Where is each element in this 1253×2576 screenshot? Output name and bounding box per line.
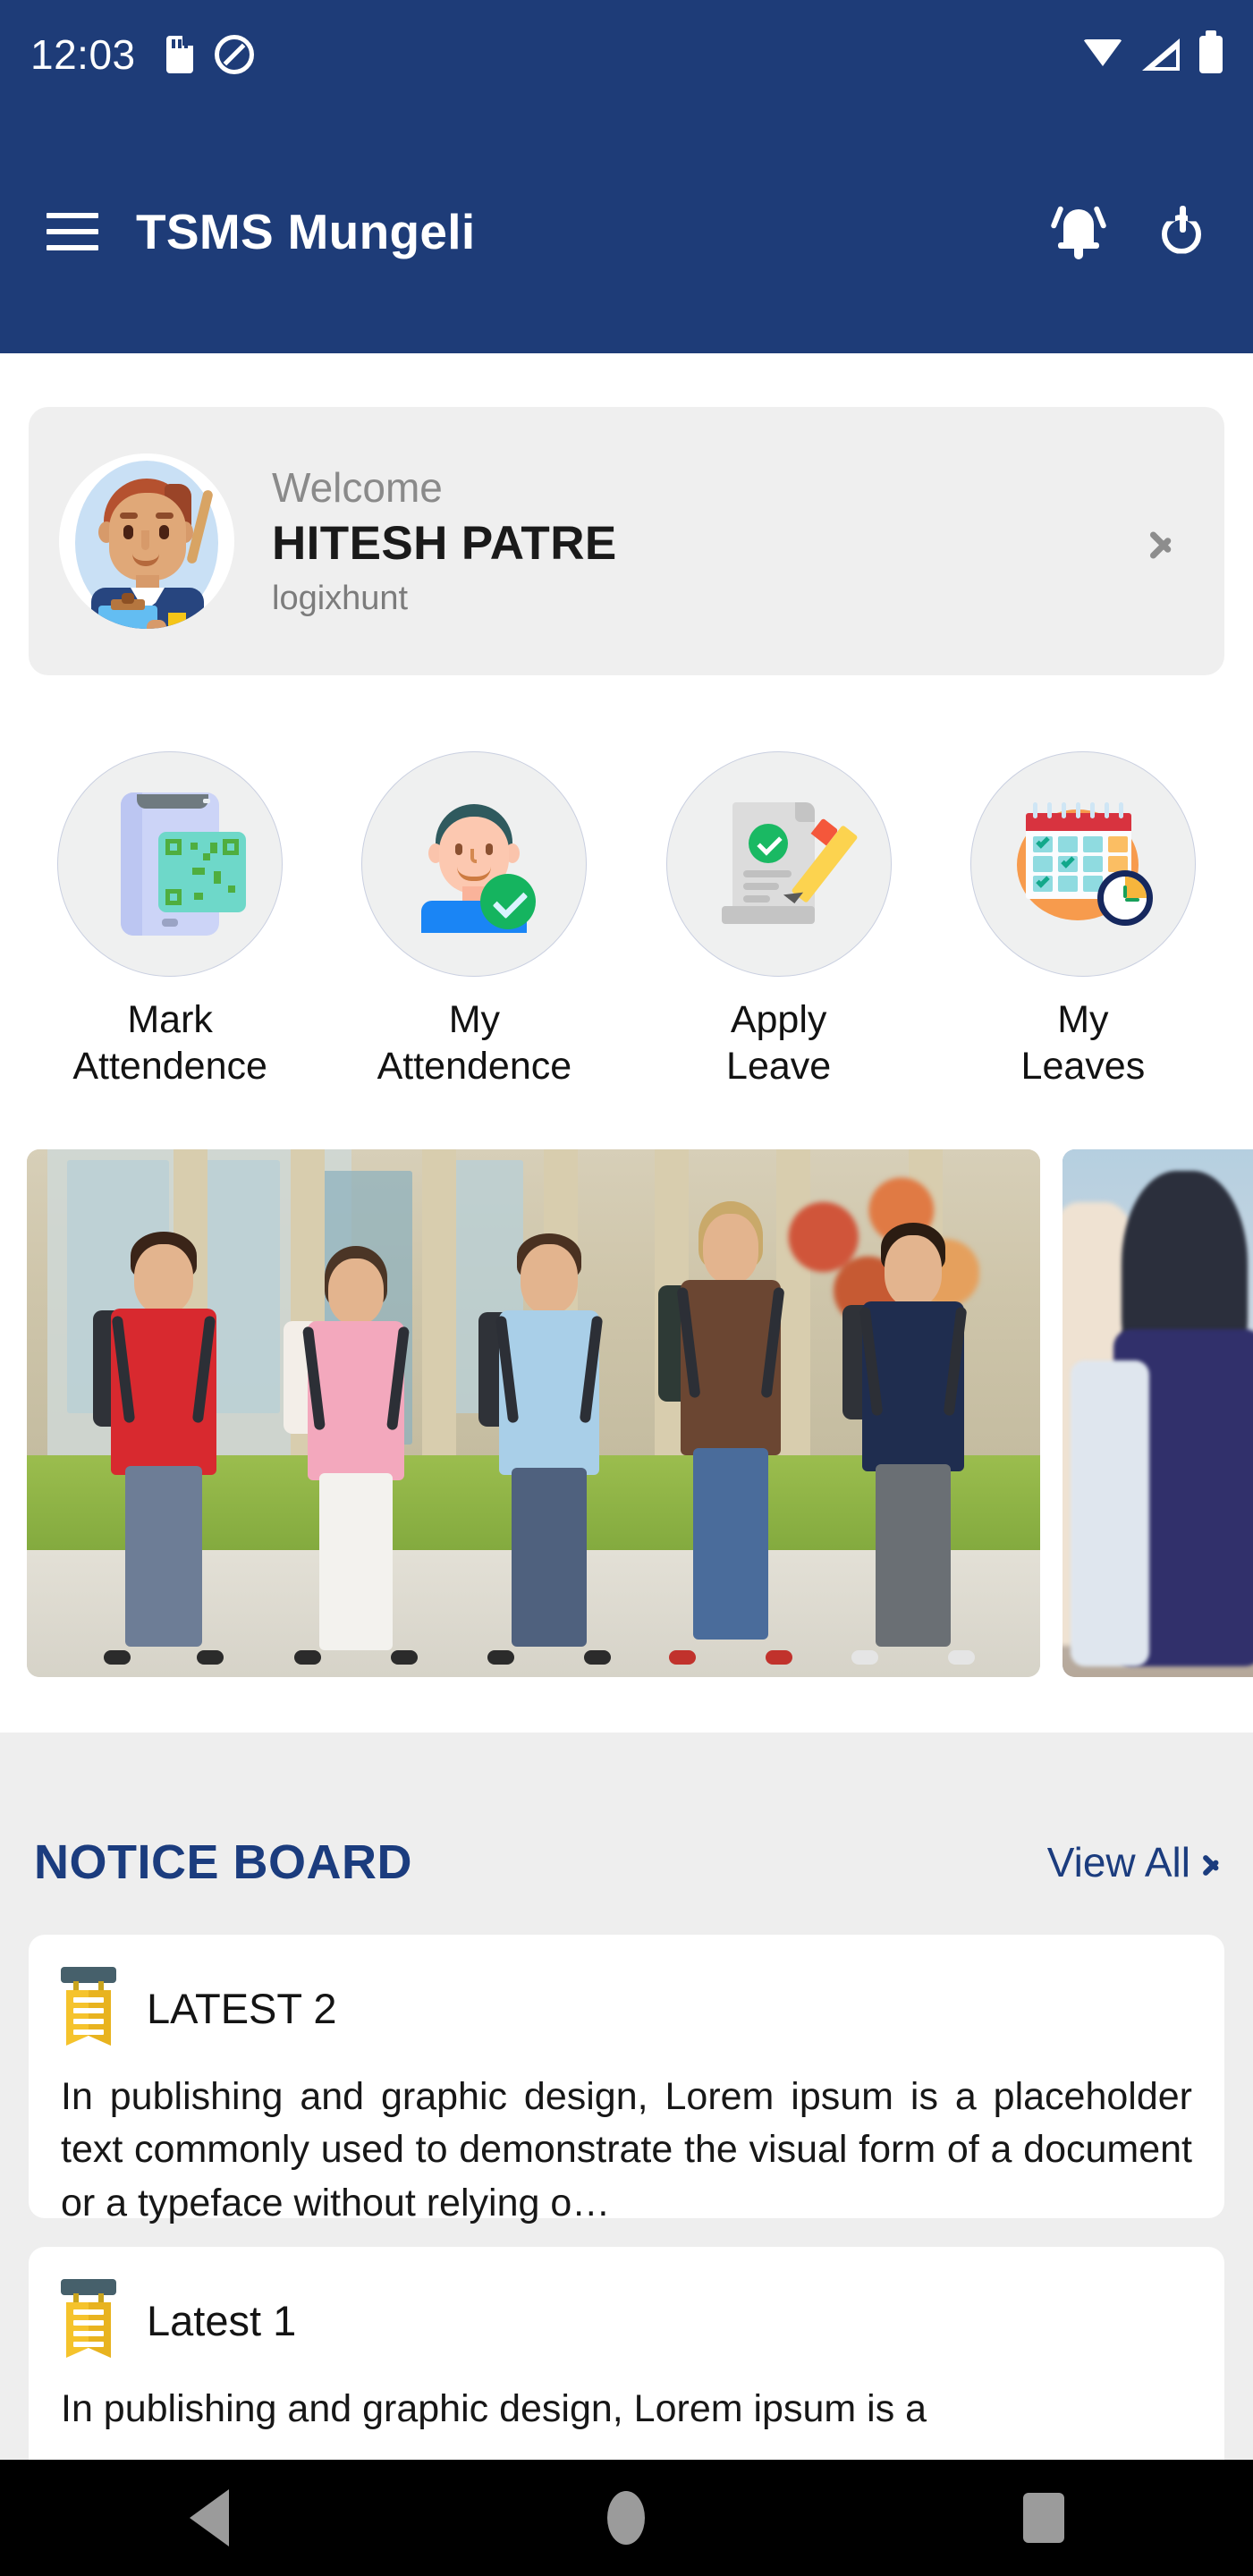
quick-action-label-line2: Attendence (72, 1045, 267, 1089)
status-bar-left-icons (165, 35, 254, 74)
calendar-clock-icon (1013, 797, 1153, 931)
status-bar-right-icons (1083, 30, 1223, 73)
view-all-button[interactable]: View All (1047, 1838, 1219, 1886)
carousel-child-2 (280, 1214, 432, 1665)
quick-action-apply-leave[interactable]: Apply Leave (663, 751, 895, 1090)
notice-card-header: LATEST 2 (61, 1967, 1192, 2049)
carousel-slide-2[interactable] (1063, 1149, 1253, 1677)
notice-title: LATEST 2 (147, 1984, 337, 2032)
quick-action-label-line2: Attendence (377, 1045, 572, 1089)
view-all-label: View All (1046, 1839, 1190, 1885)
welcome-text-block: Welcome HITESH PATRE logixhunt (272, 463, 617, 620)
app-bar-actions (1050, 202, 1206, 261)
status-bar: 12:03 (0, 0, 1253, 109)
power-icon[interactable] (1158, 205, 1206, 258)
quick-action-label-line1: Mark (127, 998, 213, 1041)
quick-action-icon-circle (57, 751, 284, 977)
quick-action-label: My Leaves (1021, 996, 1146, 1090)
carousel-slide-1[interactable] (27, 1149, 1040, 1677)
document-pencil-icon (716, 797, 859, 931)
notice-card[interactable]: LATEST 2 In publishing and graphic desig… (29, 1935, 1224, 2224)
quick-action-label-line1: My (448, 998, 501, 1041)
quick-action-my-leaves[interactable]: My Leaves (967, 751, 1199, 1090)
quick-action-label-line2: Leave (726, 1045, 832, 1089)
notice-title: Latest 1 (147, 2296, 297, 2344)
quick-action-label-line2: Leaves (1020, 1045, 1146, 1089)
school-children-with-backpacks-walking (27, 1149, 1040, 1677)
chevron-right-icon (1203, 1847, 1219, 1877)
notice-body: In publishing and graphic design, Lorem … (61, 2387, 927, 2430)
android-navigation-bar (0, 2460, 1253, 2576)
notice-board-icon (61, 1967, 116, 2049)
notice-board-icon (61, 2279, 116, 2361)
quick-action-mark-attendance[interactable]: Mark Attendence (54, 751, 286, 1090)
quick-action-icon-circle (969, 751, 1196, 977)
quick-actions-row: Mark Attendence My Attendence Apply Leav… (0, 751, 1253, 1090)
wifi-icon (1083, 39, 1122, 70)
notice-board-header: NOTICE BOARD View All (0, 1826, 1253, 1898)
hamburger-menu-icon[interactable] (47, 212, 98, 250)
home-circle-icon[interactable] (606, 2491, 645, 2545)
signal-icon (1142, 38, 1180, 71)
status-bar-clock: 12:03 (30, 31, 136, 78)
notice-board-title: NOTICE BOARD (34, 1835, 412, 1889)
students-in-uniform-partial (1063, 1149, 1253, 1677)
recents-square-icon[interactable] (1022, 2493, 1064, 2543)
notice-card-header: Latest 1 (61, 2279, 1192, 2361)
carousel-child-5 (837, 1199, 989, 1665)
back-triangle-icon[interactable] (189, 2489, 229, 2546)
app-title: TSMS Mungeli (136, 203, 476, 259)
sd-card-icon (165, 36, 193, 73)
bell-icon[interactable] (1050, 202, 1107, 261)
user-name: HITESH PATRE (272, 517, 617, 570)
carousel-child-3 (473, 1203, 625, 1665)
quick-action-label: My Attendence (377, 996, 572, 1090)
carousel-child-4 (655, 1187, 807, 1665)
quick-action-my-attendance[interactable]: My Attendence (358, 751, 590, 1090)
quick-action-label-line1: My (1057, 998, 1109, 1041)
user-organization: logixhunt (272, 579, 409, 617)
quick-action-label-line1: Apply (730, 998, 827, 1041)
teacher-avatar (59, 453, 234, 629)
person-check-icon (407, 797, 541, 933)
quick-action-label: Mark Attendence (72, 996, 267, 1090)
app-bar: TSMS Mungeli (0, 109, 1253, 353)
do-not-disturb-icon (214, 35, 254, 74)
banner-carousel[interactable] (0, 1149, 1253, 1682)
chevron-right-icon[interactable] (1149, 519, 1173, 564)
qr-phone-scan-icon (121, 792, 247, 936)
notice-body: In publishing and graphic design, Lorem … (61, 2075, 1192, 2224)
welcome-card[interactable]: Welcome HITESH PATRE logixhunt (29, 407, 1224, 675)
welcome-greeting: Welcome (272, 463, 443, 511)
quick-action-icon-circle (361, 751, 588, 977)
quick-action-label: Apply Leave (726, 996, 831, 1090)
quick-action-icon-circle (665, 751, 892, 977)
battery-icon (1199, 30, 1223, 73)
carousel-child-1 (88, 1205, 240, 1665)
notice-card[interactable]: Latest 1 In publishing and graphic desig… (29, 2247, 1224, 2488)
app-screen: 12:03 TSMS Mungeli Welcome HITESH PATRE … (0, 0, 1253, 2576)
